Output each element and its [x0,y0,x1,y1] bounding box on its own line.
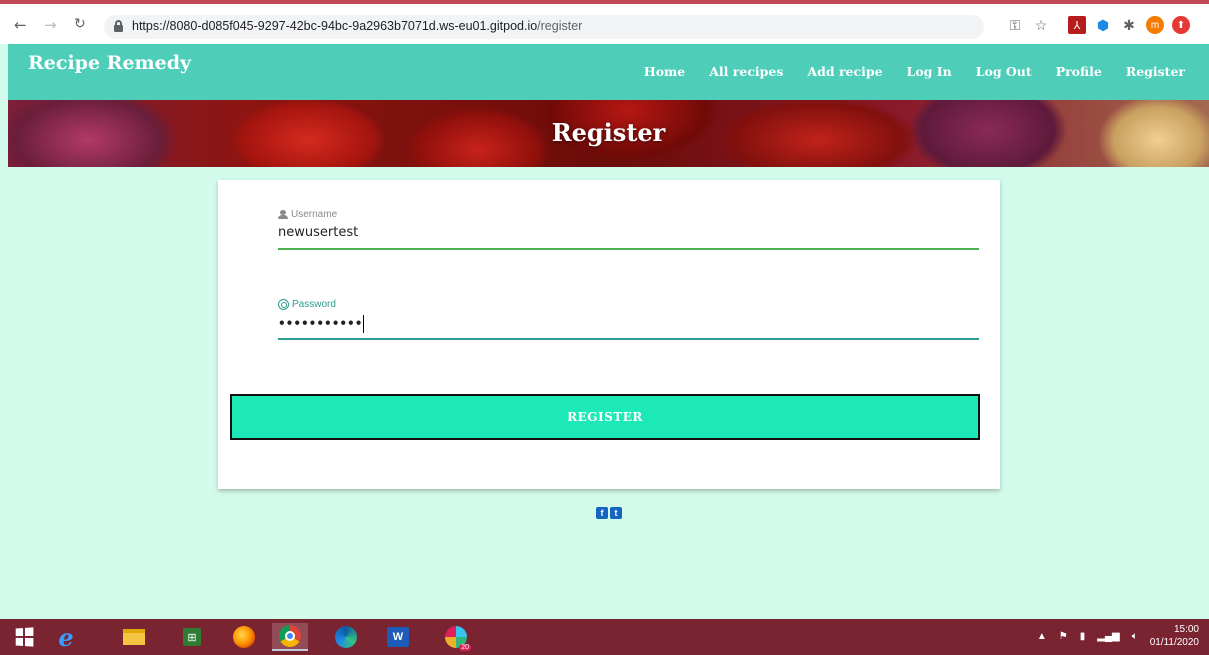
site-navbar: Recipe Remedy Home All recipes Add recip… [8,44,1209,100]
forward-icon[interactable]: → [44,16,57,34]
username-label: Username [278,204,979,220]
username-input[interactable]: newusertest [278,222,979,248]
system-tray: ▲ ⚑ ▮ ▂▄▆ 🔈︎ 15:00 01/11/2020 [1037,623,1199,649]
clock-date: 01/11/2020 [1149,637,1199,648]
nav-links: Home All recipes Add recipe Log In Log O… [644,64,1185,79]
browser-toolbar: ← → ↻ https://8080-d085f045-9297-42bc-94… [0,0,1209,44]
tray-expand-icon[interactable]: ▲ [1037,631,1047,642]
windows-start-icon[interactable] [10,623,38,651]
social-links: f t [596,507,622,519]
word-icon[interactable]: W [384,623,412,651]
clock-time: 15:00 [1173,624,1199,635]
password-value: ••••••••••• [278,316,363,331]
nav-register[interactable]: Register [1126,64,1185,79]
nav-profile[interactable]: Profile [1056,64,1102,79]
fingerprint-icon [278,299,289,310]
nav-add-recipe[interactable]: Add recipe [807,64,882,79]
clock[interactable]: 15:00 01/11/2020 [1150,623,1199,649]
brand-logo[interactable]: Recipe Remedy [28,52,191,74]
profile-avatar[interactable]: m [1146,16,1164,34]
slack-icon[interactable]: 20 [442,623,471,651]
reload-icon[interactable]: ↻ [74,16,86,32]
password-field: Password ••••••••••• [278,294,979,340]
text-caret [363,315,365,333]
username-underline [278,248,979,250]
username-field: Username newusertest [278,204,979,250]
firefox-icon[interactable] [230,623,258,651]
edge-icon[interactable] [332,623,360,651]
device-icon[interactable]: ▮ [1080,631,1086,642]
star-icon[interactable]: ☆ [1032,16,1050,34]
update-icon[interactable]: ⬆ [1172,16,1190,34]
nav-all-recipes[interactable]: All recipes [709,64,783,79]
store-icon[interactable]: ⊞ [178,623,206,651]
signal-icon[interactable]: ▂▄▆ [1097,631,1119,642]
slack-badge: 20 [459,644,471,651]
nav-log-out[interactable]: Log Out [976,64,1032,79]
hexagon-extension-icon[interactable]: ⬢ [1094,16,1112,34]
pdf-extension-icon[interactable]: ⅄ [1068,16,1086,34]
lock-icon [114,20,123,32]
person-icon [278,210,288,220]
address-bar[interactable]: https://8080-d085f045-9297-42bc-94bc-9a2… [104,15,984,39]
chrome-icon[interactable] [272,623,308,651]
nav-home[interactable]: Home [644,64,685,79]
page-title: Register [551,118,666,147]
twitter-icon[interactable]: t [610,507,622,519]
nav-log-in[interactable]: Log In [907,64,952,79]
password-input[interactable]: ••••••••••• [278,312,979,338]
url-path: /register [537,19,583,33]
key-icon[interactable]: ⚿ [1006,16,1024,34]
internet-explorer-icon[interactable]: e [52,623,80,652]
facebook-icon[interactable]: f [596,507,608,519]
volume-icon[interactable]: 🔈︎ [1132,631,1138,642]
hero-banner: Register [8,100,1209,167]
url-host: https://8080-d085f045-9297-42bc-94bc-9a2… [132,19,538,33]
register-button[interactable]: REGISTER [230,394,980,440]
action-center-icon[interactable]: ⚑ [1059,631,1068,642]
register-card: Username newusertest Password ••••••••••… [218,180,1000,489]
windows-taskbar: e ⊞ W 20 ▲ ⚑ ▮ ▂▄▆ 🔈︎ 15:00 01/11/2020 [0,619,1209,655]
file-explorer-icon[interactable] [120,623,148,651]
password-label: Password [278,294,979,310]
puzzle-extensions-icon[interactable]: ✱ [1120,16,1138,34]
password-underline [278,338,979,340]
back-icon[interactable]: ← [14,16,27,34]
